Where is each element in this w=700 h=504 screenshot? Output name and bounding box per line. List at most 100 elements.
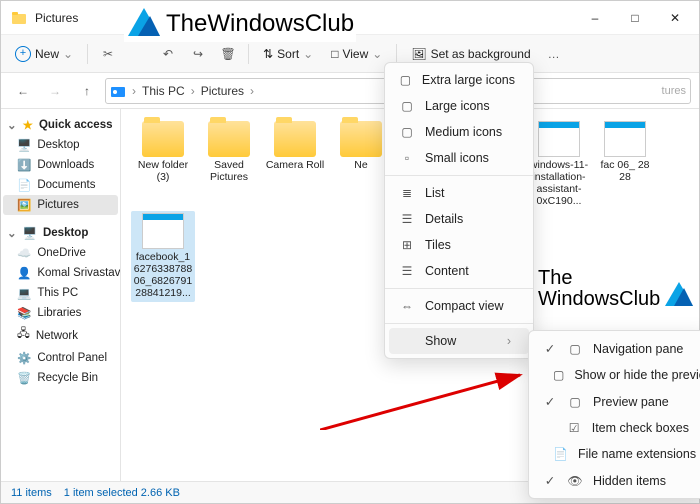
- menu-item-label: Content: [425, 264, 469, 278]
- desktop-icon: 🖥️: [23, 226, 37, 240]
- downloads-icon: ⬇️: [17, 158, 31, 172]
- view-menu-item[interactable]: ≣List: [385, 180, 533, 206]
- menu-item-icon: 👁: [567, 474, 583, 488]
- menu-item-icon: ▢: [399, 73, 412, 87]
- quick-access-group[interactable]: ⌄ ★ Quick access: [3, 115, 118, 135]
- documents-icon: 📄: [17, 178, 31, 192]
- sidebar-item-pictures[interactable]: 🖼️Pictures: [3, 195, 118, 215]
- view-menu-show[interactable]: Show›: [389, 328, 529, 354]
- view-menu-item[interactable]: ▢Extra large icons: [385, 67, 533, 93]
- view-menu-item[interactable]: ▢Medium icons: [385, 119, 533, 145]
- sidebar-item-network[interactable]: 🖧 Network: [3, 323, 118, 348]
- sidebar-item-desktop[interactable]: 🖥️Desktop: [3, 135, 118, 155]
- sidebar-item-label: Documents: [37, 179, 95, 191]
- more-button[interactable]: …: [541, 40, 569, 68]
- close-button[interactable]: ✕: [655, 3, 695, 33]
- new-button[interactable]: + New ⌄: [7, 42, 81, 66]
- sidebar-item-this-pc[interactable]: 💻This PC: [3, 283, 118, 303]
- menu-item-icon: ⇔: [399, 299, 415, 313]
- menu-item-label: Show: [425, 334, 456, 348]
- menu-separator: [385, 323, 533, 324]
- breadcrumb-this-pc[interactable]: This PC: [142, 84, 185, 98]
- sidebar-item-control-panel[interactable]: ⚙️Control Panel: [3, 348, 118, 368]
- breadcrumb-pictures[interactable]: Pictures: [201, 84, 244, 98]
- minimize-button[interactable]: –: [575, 3, 615, 33]
- bg-label: Set as background: [431, 47, 531, 61]
- view-menu-item[interactable]: ☰Details: [385, 206, 533, 232]
- chevron-right-icon: ›: [132, 84, 136, 98]
- menu-item-label: Navigation pane: [593, 342, 683, 356]
- navigation-pane: ⌄ ★ Quick access 🖥️Desktop ⬇️Downloads 📄…: [1, 109, 121, 481]
- show-menu-item[interactable]: ✓▢Navigation pane: [529, 335, 700, 362]
- file-item[interactable]: Camera Roll: [263, 119, 327, 209]
- file-item[interactable]: windows-11-installation-assistant-0xC190…: [527, 119, 591, 209]
- show-menu-item[interactable]: ✓ 👁 Hidden items: [529, 467, 700, 494]
- file-item[interactable]: Saved Pictures: [197, 119, 261, 209]
- sort-button[interactable]: ⇅ Sort ⌄: [255, 43, 321, 65]
- chevron-right-icon: ›: [250, 84, 254, 98]
- desktop-icon: 🖥️: [17, 138, 31, 152]
- sidebar-item-label: Control Panel: [37, 352, 107, 364]
- menu-item-label: Item check boxes: [592, 421, 689, 435]
- chevron-down-icon: ⌄: [7, 226, 17, 240]
- sidebar-item-recycle-bin[interactable]: 🗑️Recycle Bin: [3, 368, 118, 388]
- view-menu-item[interactable]: ⊞Tiles: [385, 232, 533, 258]
- nav-back-button[interactable]: ←: [9, 77, 37, 105]
- menu-item-icon: ▢: [399, 99, 415, 113]
- nav-forward-button[interactable]: →: [41, 77, 69, 105]
- divider: [248, 44, 249, 64]
- view-menu-item[interactable]: ☰ Content: [385, 258, 533, 284]
- cut-button[interactable]: ✂: [94, 40, 122, 68]
- view-button[interactable]: □ View ⌄: [323, 43, 390, 65]
- network-icon: 🖧: [17, 326, 30, 345]
- menu-item-label: Large icons: [425, 99, 490, 113]
- sidebar-item-label: Downloads: [37, 159, 94, 171]
- check-icon: ✓: [543, 473, 557, 488]
- check-icon: ✓: [543, 341, 557, 356]
- show-menu-item[interactable]: ▢Show or hide the preview pa: [529, 362, 700, 388]
- sidebar-item-label: Network: [36, 330, 78, 342]
- desktop-group[interactable]: ⌄ 🖥️ Desktop: [3, 223, 118, 243]
- view-menu-item[interactable]: ▢ Large icons: [385, 93, 533, 119]
- undo-button[interactable]: ↶: [154, 40, 182, 68]
- menu-item-icon: ☰: [399, 264, 415, 278]
- desktop-label: Desktop: [43, 227, 88, 239]
- menu-item-label: File name extensions: [578, 447, 696, 461]
- show-menu-item[interactable]: ☑Item check boxes: [529, 415, 700, 441]
- sidebar-item-label: OneDrive: [37, 247, 86, 259]
- file-label: fac 06_ 28 28: [595, 159, 655, 183]
- maximize-button[interactable]: □: [615, 3, 655, 33]
- file-item[interactable]: facebook_16276338788 06_6826791 28841219…: [131, 211, 195, 301]
- sidebar-item-label: This PC: [37, 287, 78, 299]
- view-label: View: [342, 47, 368, 61]
- pictures-folder-icon: [110, 83, 126, 99]
- preview-line1: The: [538, 268, 660, 289]
- file-item[interactable]: New folder (3): [131, 119, 195, 209]
- view-menu-item[interactable]: ⇔Compact view: [385, 293, 533, 319]
- chevron-down-icon: ⌄: [63, 47, 73, 61]
- sort-label: Sort: [277, 47, 299, 61]
- menu-item-label: Show or hide the preview pa: [574, 368, 700, 382]
- menu-separator: [385, 175, 533, 176]
- copy-button[interactable]: [124, 40, 152, 68]
- sidebar-item-label: Recycle Bin: [37, 372, 98, 384]
- sidebar-item-onedrive[interactable]: ☁️ OneDrive: [3, 243, 118, 263]
- view-menu-item[interactable]: ▫Small icons: [385, 145, 533, 171]
- sidebar-item-user[interactable]: 👤Komal Srivastava: [3, 263, 118, 283]
- show-menu-item[interactable]: 📄File name extensions: [529, 441, 700, 467]
- sidebar-item-libraries[interactable]: 📚Libraries: [3, 303, 118, 323]
- file-item[interactable]: fac 06_ 28 28: [593, 119, 657, 209]
- folder-icon: [274, 121, 316, 157]
- show-menu-item[interactable]: ✓▢Preview pane: [529, 388, 700, 415]
- sidebar-item-downloads[interactable]: ⬇️ Downloads: [3, 155, 118, 175]
- share-button[interactable]: ↪: [184, 40, 212, 68]
- menu-item-label: Tiles: [425, 238, 451, 252]
- sidebar-item-documents[interactable]: 📄 Documents: [3, 175, 118, 195]
- delete-button[interactable]: 🗑: [214, 40, 242, 68]
- nav-up-button[interactable]: ↑: [73, 77, 101, 105]
- show-submenu: ✓▢Navigation pane▢Show or hide the previ…: [528, 330, 700, 499]
- menu-item-label: Medium icons: [425, 125, 502, 139]
- chevron-down-icon: ⌄: [7, 118, 17, 132]
- menu-item-label: Hidden items: [593, 474, 666, 488]
- cloud-icon: ☁️: [17, 246, 31, 260]
